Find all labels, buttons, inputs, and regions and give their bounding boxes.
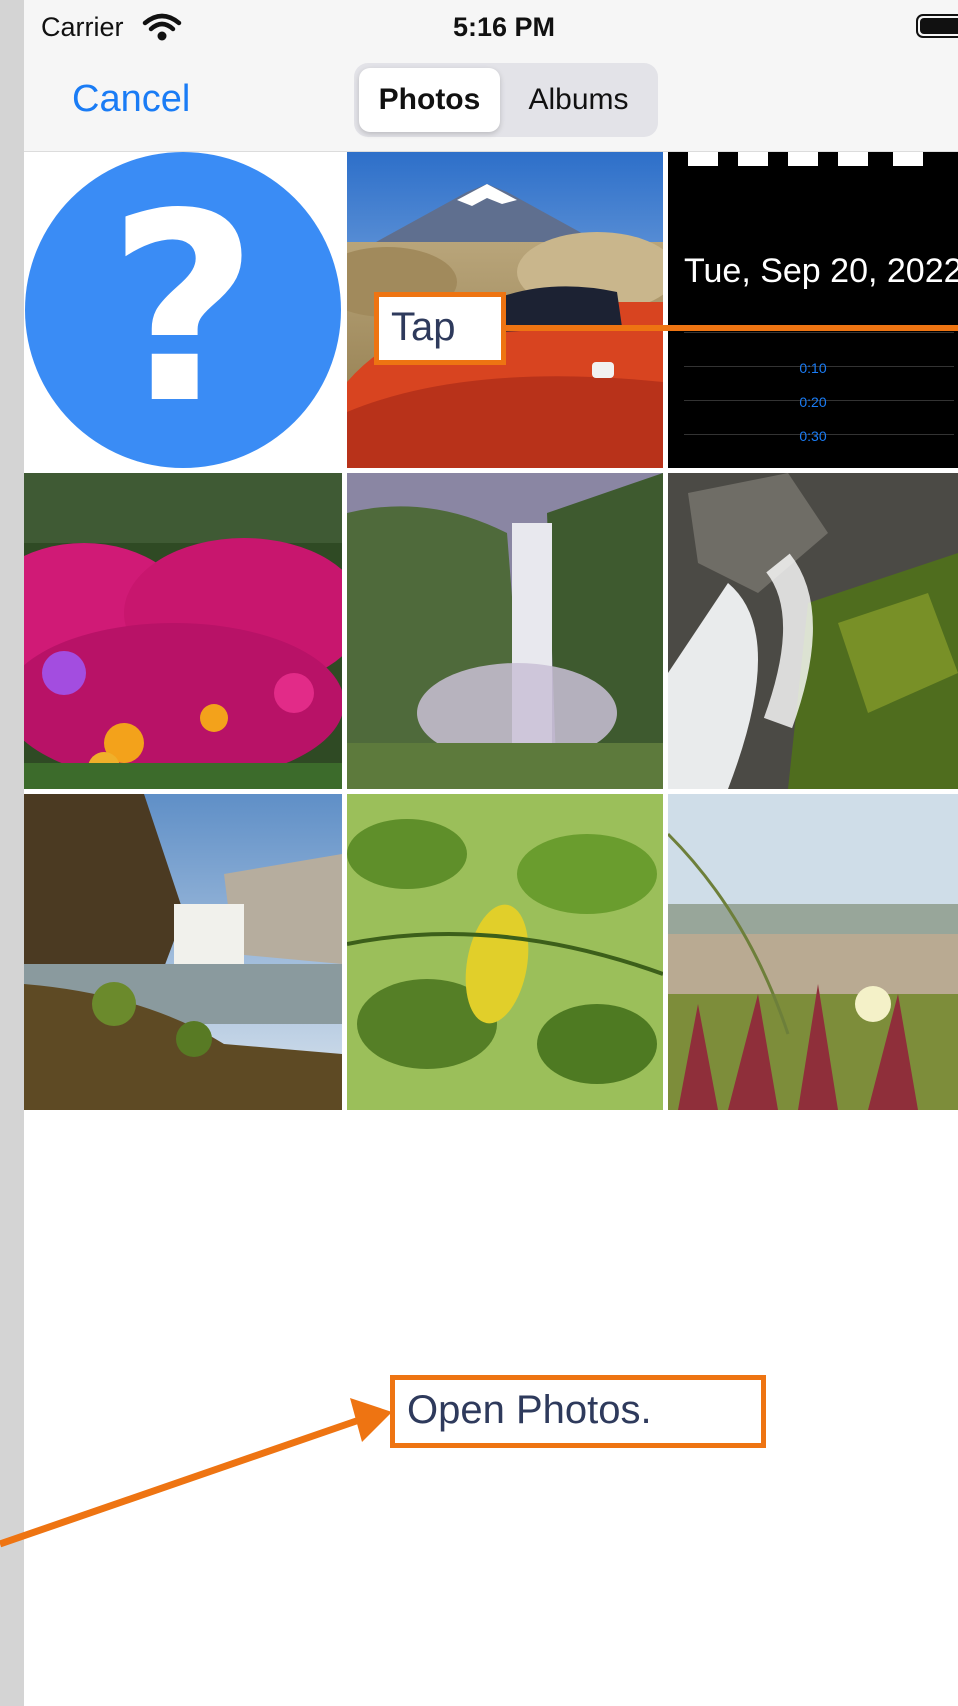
photo-tile-mossy-rocks[interactable] — [668, 473, 958, 789]
question-mark-glyph: ? — [107, 159, 259, 461]
cancel-button[interactable]: Cancel — [72, 78, 190, 121]
segment-albums[interactable]: Albums — [504, 68, 653, 132]
photo-tile-stopwatch[interactable]: Tue, Sep 20, 2022 0:10 0:20 0:30 — [668, 152, 958, 468]
photo-tile-flowers[interactable] — [24, 473, 342, 789]
battery-icon — [916, 14, 958, 38]
open-photos-callout: Open Photos. — [390, 1375, 766, 1448]
flowers-thumbnail — [24, 473, 342, 789]
lap-time: 0:30 — [799, 428, 827, 444]
beach-plants-thumbnail — [668, 794, 958, 1110]
photos-albums-segmented-control: Photos Albums — [354, 63, 658, 137]
photo-tile-waterfall[interactable] — [347, 473, 663, 789]
picker-header: Carrier 5:16 PM Cancel Photos Albums — [24, 0, 958, 152]
coastal-waterfall-thumbnail — [24, 794, 342, 1110]
photo-tile-green-leaves[interactable] — [347, 794, 663, 1110]
tap-callout: Tap — [374, 292, 506, 365]
photo-tile-question[interactable]: ? — [24, 152, 342, 468]
photo-tile-beach-plants[interactable] — [668, 794, 958, 1110]
photo-picker-screen: Carrier 5:16 PM Cancel Photos Albums ? T… — [24, 0, 958, 1706]
photo-tile-coastal-waterfall[interactable] — [24, 794, 342, 1110]
segment-photos[interactable]: Photos — [359, 68, 500, 132]
green-leaves-thumbnail — [347, 794, 663, 1110]
lap-time: 0:10 — [799, 360, 827, 376]
mossy-rocks-thumbnail — [668, 473, 958, 789]
lap-time: 0:20 — [799, 394, 827, 410]
stopwatch-thumbnail — [684, 152, 954, 435]
waterfall-thumbnail — [347, 473, 663, 789]
status-time: 5:16 PM — [452, 12, 556, 42]
left-edge-strip — [0, 0, 24, 1706]
stopwatch-date-text: Tue, Sep 20, 2022 — [684, 252, 958, 290]
